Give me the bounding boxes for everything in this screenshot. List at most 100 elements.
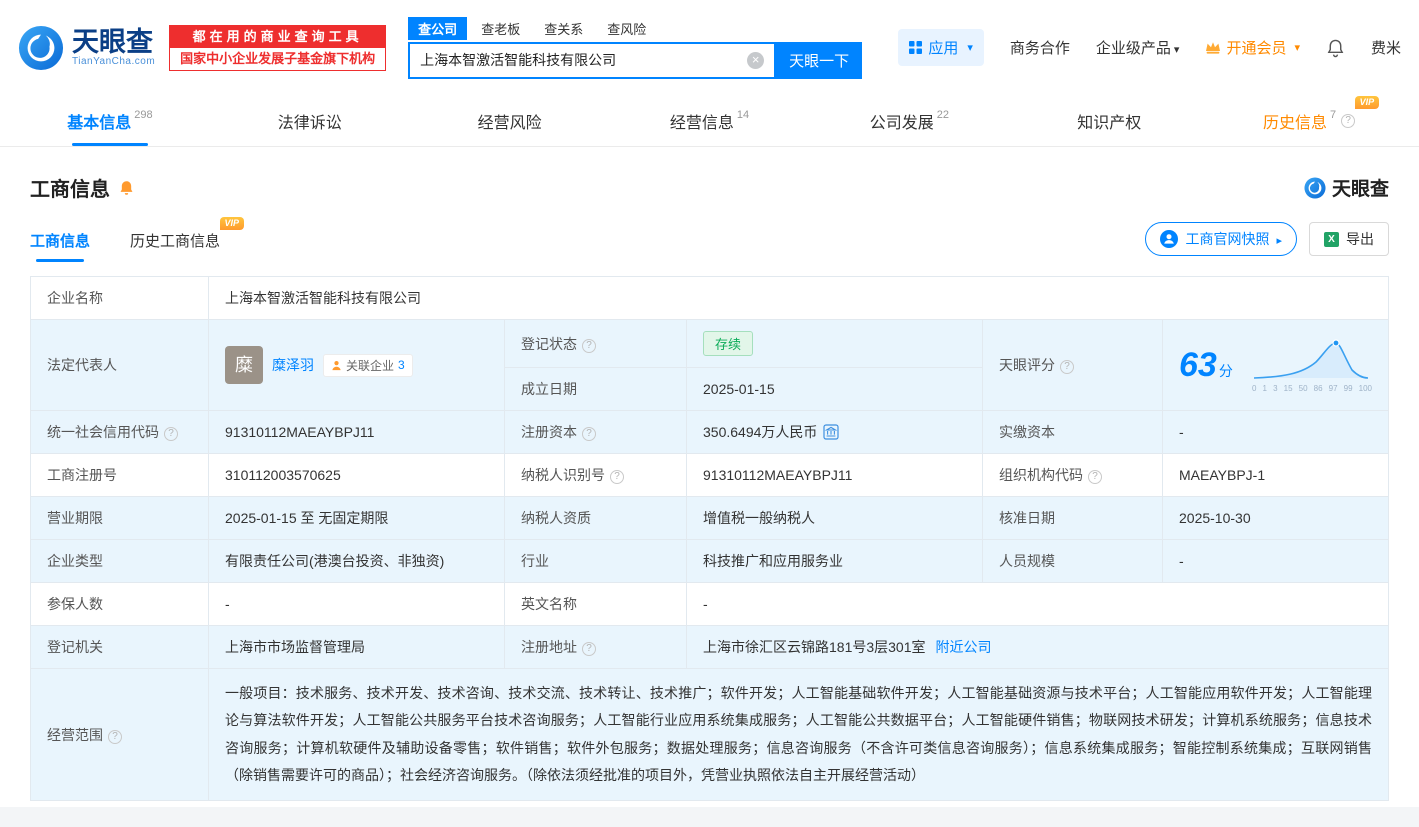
notification-bell-icon[interactable] <box>1326 38 1345 58</box>
label-text: 纳税人识别号 <box>521 467 605 483</box>
nav-cooperation[interactable]: 商务合作 <box>1010 37 1070 58</box>
reg-status-label: 登记状态 <box>504 319 687 368</box>
table-row: 工商注册号 310112003570625 纳税人识别号 91310112MAE… <box>30 453 1389 497</box>
score-label: 天眼评分 <box>982 319 1163 411</box>
legal-rep-name-link[interactable]: 糜泽羽 <box>272 355 314 375</box>
brand-name: 天眼查 <box>1331 179 1389 200</box>
axis-tick: 0 <box>1252 383 1257 393</box>
help-icon[interactable] <box>582 338 596 353</box>
reg-address-cell: 上海市徐汇区云锦路181号3层301室 附近公司 <box>686 625 1389 669</box>
search-tab-risk[interactable]: 查风险 <box>597 17 656 40</box>
tab-business-risk[interactable]: 经营风险 <box>410 95 610 146</box>
tab-basic-info[interactable]: 基本信息 298 <box>10 95 210 146</box>
logo-title: 天眼查 <box>72 27 153 57</box>
est-date-label: 成立日期 <box>504 367 687 411</box>
nav-enterprise-label: 企业级产品 <box>1095 40 1171 57</box>
bank-icon[interactable] <box>823 424 840 440</box>
approval-date-label: 核准日期 <box>982 496 1163 540</box>
export-label: 导出 <box>1346 231 1374 247</box>
credit-code-label: 统一社会信用代码 <box>30 410 209 454</box>
related-companies-badge[interactable]: 关联企业 3 <box>323 353 413 377</box>
official-snapshot-button[interactable]: 工商官网快照 <box>1145 222 1297 256</box>
search-input[interactable] <box>410 52 748 68</box>
insured-count-value: - <box>208 582 505 626</box>
reg-address-value: 上海市徐汇区云锦路181号3层301室 <box>703 639 926 655</box>
table-row: 统一社会信用代码 91310112MAEAYBPJ11 注册资本 350.649… <box>30 410 1389 454</box>
help-icon[interactable] <box>164 427 178 441</box>
help-icon[interactable] <box>610 470 624 484</box>
search-tab-boss[interactable]: 查老板 <box>471 17 530 40</box>
tab-company-development[interactable]: 公司发展 22 <box>809 95 1009 146</box>
axis-tick: 1 <box>1262 383 1267 393</box>
reg-capital-label: 注册资本 <box>504 410 687 454</box>
tab-count: 7 <box>1330 108 1337 121</box>
insured-count-label: 参保人数 <box>30 582 209 626</box>
english-name-value: - <box>686 582 1389 626</box>
tab-business-info[interactable]: 经营信息 14 <box>610 95 810 146</box>
approval-date-value: 2025-10-30 <box>1162 496 1389 540</box>
apps-label: 应用 <box>928 40 959 57</box>
score-cell: 63 分 0 1 3 15 50 86 97 99 100 <box>1162 319 1389 411</box>
export-button[interactable]: 导出 <box>1309 222 1389 256</box>
subtab-business-registration[interactable]: 工商信息 <box>30 230 90 262</box>
tab-legal-proceedings[interactable]: 法律诉讼 <box>210 95 410 146</box>
table-row: 法定代表人 糜 糜泽羽 关联企业 3 登记状态? 存续 天眼评分? 63 分 0… <box>30 319 1389 411</box>
top-nav: 应用 商务合作 企业级产品 开通会员 费米 <box>898 29 1401 66</box>
search-area: 查公司 查老板 查关系 查风险 天眼一下 <box>408 16 863 79</box>
help-icon[interactable] <box>1088 470 1102 484</box>
staff-size-label: 人员规模 <box>982 539 1163 583</box>
label-text: 登记状态 <box>521 335 577 352</box>
company-name-label: 企业名称 <box>30 276 209 320</box>
tab-label: 经营风险 <box>477 114 542 132</box>
legal-rep-avatar[interactable]: 糜 <box>225 346 263 384</box>
axis-tick: 97 <box>1328 383 1338 393</box>
search-tabs: 查公司 查老板 查关系 查风险 <box>408 16 862 40</box>
nearby-companies-link[interactable]: 附近公司 <box>936 639 992 655</box>
nav-enterprise-products[interactable]: 企业级产品 <box>1096 37 1180 58</box>
search-box <box>408 41 777 79</box>
axis-tick: 3 <box>1273 383 1278 393</box>
help-icon[interactable] <box>582 427 596 441</box>
nav-username[interactable]: 费米 <box>1371 37 1401 58</box>
tianyancha-logo[interactable]: 天眼查 TianYanCha.com <box>18 25 155 71</box>
org-code-label: 组织机构代码 <box>982 453 1163 497</box>
help-icon[interactable] <box>108 729 122 744</box>
tab-label: 法律诉讼 <box>277 114 342 132</box>
search-row: 天眼一下 <box>408 41 863 79</box>
reg-authority-label: 登记机关 <box>30 625 209 669</box>
taxpayer-quality-value: 增值税一般纳税人 <box>686 496 983 540</box>
search-tab-relation[interactable]: 查关系 <box>534 17 593 40</box>
nav-open-vip[interactable]: 开通会员 <box>1205 37 1300 58</box>
reg-number-value: 310112003570625 <box>208 453 505 497</box>
taxpayer-quality-label: 纳税人资质 <box>504 496 687 540</box>
search-tab-company[interactable]: 查公司 <box>408 16 468 40</box>
reg-capital-value: 350.6494万人民币 <box>703 424 818 440</box>
excel-icon <box>1324 231 1339 247</box>
business-scope-label: 经营范围 <box>30 667 209 802</box>
table-row: 企业名称 上海本智激活智能科技有限公司 <box>30 276 1389 320</box>
tab-label: 公司发展 <box>869 114 934 132</box>
reg-address-label: 注册地址 <box>504 625 687 669</box>
clear-search-icon[interactable] <box>747 51 765 69</box>
taxpayer-id-value: 91310112MAEAYBPJ11 <box>686 453 983 497</box>
subtab-history-registration[interactable]: 历史工商信息 VIP <box>130 217 245 262</box>
axis-tick: 50 <box>1298 383 1308 393</box>
tab-label: 历史信息 <box>1263 114 1328 132</box>
help-icon[interactable] <box>582 642 596 656</box>
main-content: 工商信息 天眼查 工商信息 历史工商信息 VIP 工商官网快照 ▸ X 导出 企… <box>0 173 1419 802</box>
apps-dropdown[interactable]: 应用 <box>898 29 984 66</box>
org-code-value: MAEAYBPJ-1 <box>1162 453 1389 497</box>
score-curve-chart: 0 1 3 15 50 86 97 99 100 <box>1252 338 1372 393</box>
table-row: 参保人数 - 英文名称 - <box>30 582 1389 626</box>
help-icon[interactable] <box>1341 113 1356 128</box>
axis-tick: 100 <box>1358 383 1372 393</box>
brand-swirl-icon <box>1304 176 1326 199</box>
table-row: 企业类型 有限责任公司(港澳台投资、非独资) 行业 科技推广和应用服务业 人员规… <box>30 539 1389 583</box>
subscribe-bell-icon[interactable] <box>118 179 135 197</box>
reg-capital-cell: 350.6494万人民币 <box>686 410 983 454</box>
tab-intellectual-property[interactable]: 知识产权 <box>1009 95 1209 146</box>
search-button[interactable]: 天眼一下 <box>776 41 863 79</box>
tab-history-info[interactable]: 历史信息 7 VIP <box>1209 95 1409 146</box>
help-icon[interactable] <box>1060 360 1074 374</box>
logo-swirl-icon <box>18 25 64 70</box>
